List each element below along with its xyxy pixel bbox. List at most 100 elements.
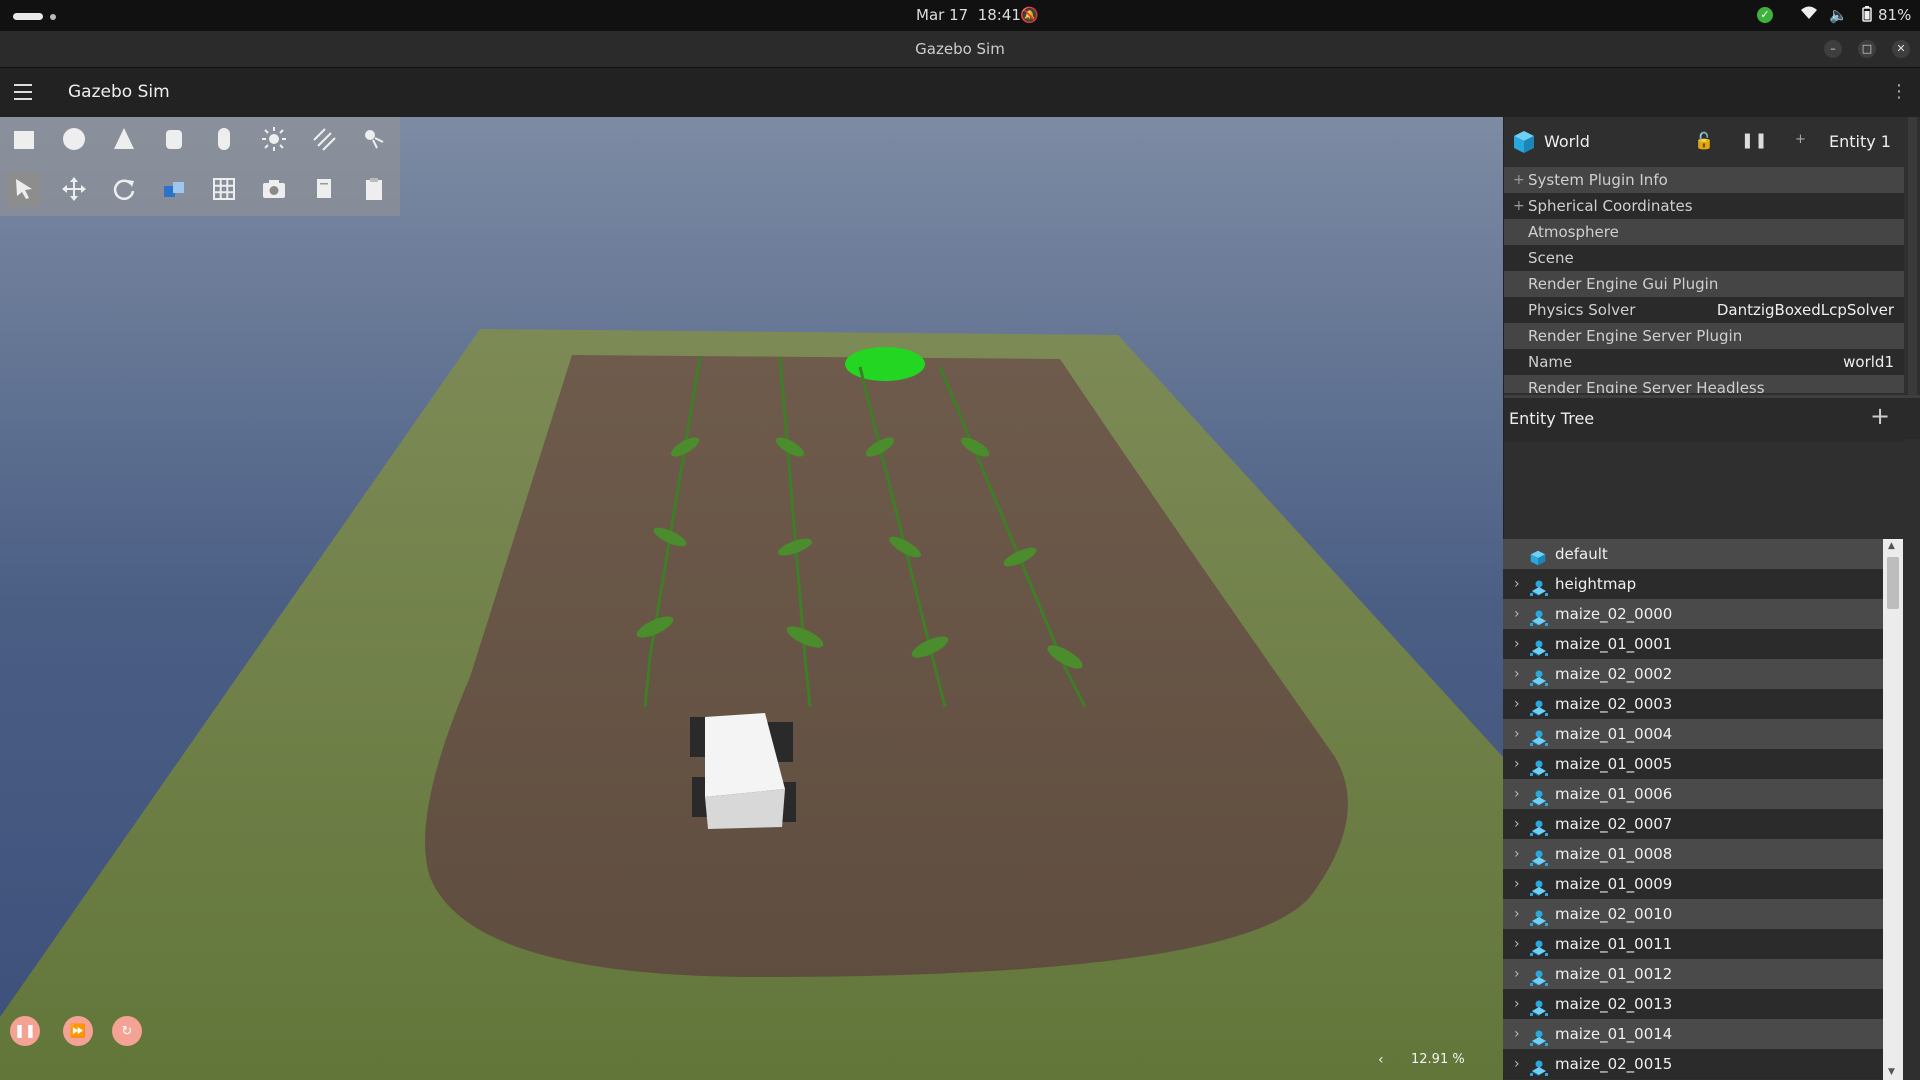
chevron-right-icon[interactable]: › [1514,629,1520,659]
property-label: Render Engine Server Headless [1528,379,1765,393]
unlock-icon[interactable]: 🔓 [1694,131,1714,150]
chevron-right-icon[interactable]: › [1514,989,1520,1019]
tree-item[interactable]: › maize_02_0010 [1503,899,1883,929]
tree-item[interactable]: › maize_02_0007 [1503,809,1883,839]
chevron-right-icon[interactable]: › [1514,839,1520,869]
tree-item[interactable]: › maize_01_0006 [1503,779,1883,809]
tree-item[interactable]: › maize_02_0003 [1503,689,1883,719]
chevron-right-icon[interactable]: › [1514,1019,1520,1049]
scroll-up-icon[interactable]: ▲ [1888,541,1895,551]
directional-light-icon[interactable] [307,122,341,156]
battery-icon[interactable] [1862,6,1872,26]
tree-item[interactable]: › heightmap [1503,569,1883,599]
chevron-right-icon[interactable]: › [1514,569,1520,599]
pause-button[interactable]: ❚❚ [10,1016,40,1046]
property-label: Scene [1528,249,1574,267]
chevron-right-icon[interactable]: › [1514,599,1520,629]
property-row[interactable]: Render Engine Server Plugin [1504,323,1904,349]
sphere-shape-icon[interactable] [57,122,91,156]
chevron-right-icon[interactable]: › [1514,689,1520,719]
tree-item[interactable]: › maize_02_0013 [1503,989,1883,1019]
cylinder-shape-icon[interactable] [157,122,191,156]
chevron-right-icon[interactable]: › [1514,899,1520,929]
property-row[interactable]: Atmosphere [1504,219,1904,245]
scene-render[interactable] [0,117,1503,1080]
tree-item[interactable]: › maize_02_0002 [1503,659,1883,689]
robot-model[interactable] [690,713,796,829]
add-entity-icon[interactable]: + [1870,402,1890,430]
box-shape-icon[interactable] [7,122,41,156]
tree-item[interactable]: › maize_02_0015 [1503,1049,1883,1079]
property-row[interactable]: Render Engine Gui Plugin [1504,271,1904,297]
tree-item[interactable]: › maize_01_0012 [1503,959,1883,989]
camera-icon[interactable] [257,172,291,206]
chevron-right-icon[interactable]: › [1514,749,1520,779]
property-row[interactable]: Scene [1504,245,1904,271]
chevron-right-icon[interactable]: › [1514,959,1520,989]
property-row[interactable]: + Spherical Coordinates [1504,193,1904,219]
property-label: Render Engine Gui Plugin [1528,275,1719,293]
goal-marker[interactable] [845,347,925,381]
properties-scrollbar[interactable] [1908,117,1917,402]
tree-item[interactable]: › maize_01_0009 [1503,869,1883,899]
chevron-right-icon[interactable]: › [1514,929,1520,959]
chevron-right-icon[interactable]: › [1514,809,1520,839]
grid-icon[interactable] [207,172,241,206]
chevron-right-icon[interactable]: › [1514,719,1520,749]
chevron-left-icon[interactable]: ‹ [1378,1052,1384,1068]
tree-item[interactable]: › maize_01_0014 [1503,1019,1883,1049]
add-icon[interactable]: + [1795,132,1806,147]
tree-item[interactable]: default [1503,539,1883,569]
model-icon [1529,756,1548,776]
chevron-right-icon[interactable]: › [1514,869,1520,899]
property-row[interactable]: Name world1 [1504,349,1904,375]
minimize-icon[interactable]: – [1824,40,1842,58]
spot-light-icon[interactable] [357,122,391,156]
wifi-icon[interactable] [1801,6,1817,24]
volume-icon[interactable]: 🔈 [1829,6,1848,24]
rotate-icon[interactable] [107,172,141,206]
capsule-shape-icon[interactable] [207,122,241,156]
scene-3d-viewport[interactable] [0,117,1503,1080]
close-icon[interactable]: ✕ [1892,40,1910,58]
workspace-indicator[interactable] [13,13,43,20]
scroll-thumb[interactable] [1887,557,1899,609]
point-light-icon[interactable] [257,122,291,156]
reset-button[interactable]: ↻ [112,1016,142,1046]
step-button[interactable]: ⏩ [63,1016,93,1046]
chevron-right-icon[interactable]: › [1514,779,1520,809]
copy-icon[interactable] [307,172,341,206]
model-icon [1529,786,1548,806]
translate-icon[interactable] [57,172,91,206]
hamburger-menu-icon[interactable] [14,84,32,100]
tree-item[interactable]: › maize_02_0000 [1503,599,1883,629]
workspace-dot[interactable] [50,14,56,20]
chevron-right-icon[interactable]: › [1514,1049,1520,1079]
tree-item[interactable]: › maize_01_0011 [1503,929,1883,959]
tree-item[interactable]: › maize_01_0001 [1503,629,1883,659]
scroll-down-icon[interactable]: ▼ [1888,1067,1895,1077]
cone-shape-icon[interactable] [107,122,141,156]
clock[interactable]: Mar 17 18:41 [916,6,1021,24]
property-row[interactable]: Physics Solver DantzigBoxedLcpSolver [1504,297,1904,323]
status-check-icon[interactable]: ✓ [1757,7,1773,23]
paste-icon[interactable] [357,172,391,206]
chevron-right-icon[interactable]: › [1514,659,1520,689]
window-title-bar[interactable]: Gazebo Sim – □ ✕ [0,31,1920,68]
tree-item[interactable]: › maize_01_0008 [1503,839,1883,869]
expand-icon[interactable]: + [1513,193,1525,219]
snap-icon[interactable] [157,172,191,206]
tree-item[interactable]: › maize_01_0004 [1503,719,1883,749]
pause-updates-icon[interactable]: ❚❚ [1741,131,1768,149]
property-row[interactable]: + System Plugin Info [1504,167,1904,193]
select-arrow-icon[interactable] [7,172,41,206]
tree-item[interactable]: › maize_01_0005 [1503,749,1883,779]
model-icon [1529,666,1548,686]
notifications-muted-icon[interactable]: 🔕 [1020,6,1039,24]
property-row[interactable]: Render Engine Server Headless [1504,375,1904,393]
kebab-menu-icon[interactable]: ⋮ [1890,81,1908,102]
maximize-icon[interactable]: □ [1858,40,1876,58]
expand-icon[interactable]: + [1513,167,1525,193]
property-label: Physics Solver [1528,301,1636,319]
entity-tree-scrollbar[interactable]: ▲ ▼ [1883,539,1903,1080]
